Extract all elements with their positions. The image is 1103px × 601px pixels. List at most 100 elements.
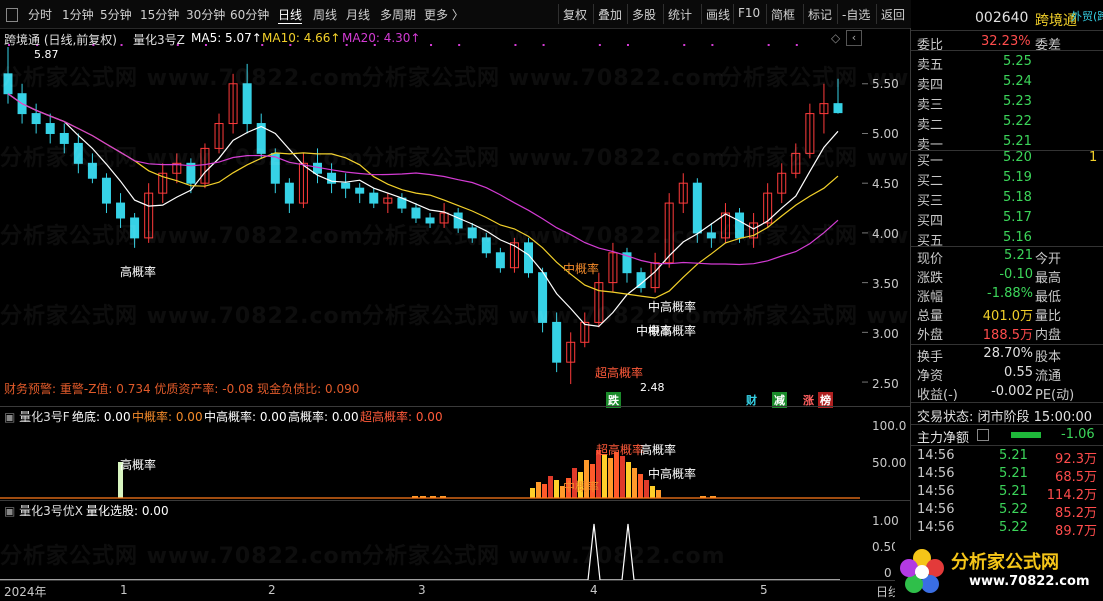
- ask-row[interactable]: 卖三 5.23: [911, 92, 1103, 113]
- toolbar-separator: [876, 4, 877, 24]
- collapse-icon[interactable]: ‹: [846, 30, 862, 46]
- stock-header: 002640 跨境通 外贸(跨: [911, 8, 1103, 30]
- toolbar-separator: [558, 4, 559, 24]
- bid-row[interactable]: 买二 5.19: [911, 168, 1103, 189]
- bid-row[interactable]: 买一 5.20 1: [911, 148, 1103, 169]
- indicator-name[interactable]: 量化3号Z: [133, 31, 185, 48]
- period-tab[interactable]: 日线: [278, 6, 303, 24]
- panel2-label-midhigh: 中高概率: 0.00: [204, 410, 287, 424]
- stat-value: -1.88%: [987, 286, 1033, 301]
- ask-row[interactable]: 卖五 5.25: [911, 52, 1103, 73]
- period-tab[interactable]: 5分钟: [100, 6, 132, 23]
- panel2-annotation: 高概率: [120, 458, 157, 472]
- signal-bar: [632, 468, 637, 498]
- tick-time: 14:56: [917, 448, 955, 463]
- signal-dot: [711, 44, 714, 46]
- toolbar-action[interactable]: 简框: [771, 6, 795, 23]
- tick-time: 14:56: [917, 466, 955, 481]
- x-label: 1: [120, 583, 128, 597]
- annotation-high-prob: 高概率: [120, 265, 157, 279]
- tick-time: 14:56: [917, 484, 955, 499]
- period-tab[interactable]: 30分钟: [186, 6, 225, 23]
- ask-row[interactable]: 卖四 5.24: [911, 72, 1103, 93]
- annotation-super-high-prob: 超高概率: [595, 366, 644, 380]
- toolbar-action[interactable]: 叠加: [598, 6, 622, 23]
- period-tab[interactable]: 多周期: [380, 6, 416, 23]
- stat-value: -0.10: [999, 267, 1033, 282]
- candle-body: [116, 202, 126, 219]
- signal-bar: [620, 456, 625, 498]
- ask-label: 卖五: [917, 58, 944, 73]
- flower-logo-icon: [900, 549, 944, 593]
- ask-row[interactable]: 卖二 5.22: [911, 112, 1103, 133]
- watermark: 分析家公式网 www.70822.com: [362, 146, 726, 171]
- bid-price: 5.18: [1003, 190, 1032, 205]
- candle-body: [495, 252, 505, 269]
- logo-url: www.70822.com: [969, 574, 1090, 589]
- stat-row: 收益(-) -0.002 PE(动): [911, 382, 1103, 403]
- bid-label: 买二: [917, 174, 944, 189]
- x-label: 2024年: [4, 585, 47, 599]
- signal-bar: [656, 490, 661, 498]
- bid-price: 5.16: [1003, 230, 1032, 245]
- y-tick: 5.00: [872, 127, 899, 141]
- ask-price: 5.21: [1003, 134, 1032, 149]
- bid-row[interactable]: 买五 5.16: [911, 228, 1103, 249]
- bid-row[interactable]: 买四 5.17: [911, 208, 1103, 229]
- panel2-label-high: 高概率: 0.00: [288, 410, 359, 424]
- panel-divider: [0, 500, 910, 501]
- period-tab[interactable]: 更多 〉: [424, 6, 464, 23]
- weibi-row: 委比 32.23% 委差: [911, 32, 1103, 53]
- toolbar-action[interactable]: 画线: [706, 6, 730, 23]
- watermark: 分析家公式网 www.70822.com: [0, 146, 364, 171]
- y-tick: 100.0: [872, 419, 907, 433]
- toolbar-action[interactable]: F10: [738, 6, 760, 20]
- divider: [911, 402, 1103, 403]
- toolbar-separator: [627, 4, 628, 24]
- weibi-value: 32.23%: [981, 34, 1031, 49]
- candle-body: [369, 192, 379, 204]
- divider: [911, 50, 1103, 51]
- annotation-mid-prob: 中概率: [563, 262, 600, 276]
- period-tab[interactable]: 15分钟: [140, 6, 179, 23]
- main-flow-menu-icon[interactable]: [977, 429, 989, 441]
- signal-bar: [554, 480, 559, 498]
- tick-price: 5.21: [999, 484, 1028, 499]
- tick-price: 5.22: [999, 520, 1028, 535]
- toolbar-action[interactable]: -自选: [842, 6, 870, 23]
- signal-bar: [542, 484, 547, 498]
- sector-tag[interactable]: 外贸(跨: [1071, 8, 1103, 24]
- panel2-label-mid: 中概率: 0.00: [132, 410, 203, 424]
- bid-label: 买一: [917, 154, 944, 169]
- ask-price: 5.22: [1003, 114, 1032, 129]
- main-flow-value: -1.06: [1061, 427, 1095, 442]
- stat-row: 净资 0.55 流通: [911, 363, 1103, 384]
- panel3-indicator[interactable]: ▣ 量化3号优X: [4, 502, 83, 519]
- settings-diamond-icon[interactable]: ◇: [831, 31, 840, 45]
- main-flow-bar: [1011, 432, 1041, 438]
- toolbar-action[interactable]: 返回: [881, 6, 905, 23]
- logo-title: 分析家公式网: [951, 552, 1059, 573]
- toolbar-action[interactable]: 多股: [632, 6, 656, 23]
- period-tab[interactable]: 60分钟: [230, 6, 269, 23]
- low-price-label: 2.48: [640, 381, 665, 394]
- stat-row: 总量 401.0万 量比: [911, 303, 1103, 324]
- bid-volume: 1: [1089, 150, 1098, 165]
- bid-row[interactable]: 买三 5.18: [911, 188, 1103, 209]
- toolbar-action[interactable]: 标记: [808, 6, 832, 23]
- panel2-indicator[interactable]: ▣ 量化3号F: [4, 408, 70, 425]
- ma5-label: MA5: 5.07↑: [191, 31, 262, 45]
- main-flow-row: 主力净额 -1.06: [911, 425, 1103, 446]
- toolbar-action[interactable]: 复权: [563, 6, 587, 23]
- period-tab[interactable]: 分时: [28, 6, 52, 23]
- signal-dot: [430, 44, 433, 46]
- toolbar-action[interactable]: 统计: [668, 6, 692, 23]
- ask-label: 卖四: [917, 78, 944, 93]
- panel2-annotation: 中高概率: [648, 467, 697, 481]
- toggle-panel-icon[interactable]: [6, 8, 18, 22]
- period-tab[interactable]: 月线: [346, 6, 370, 23]
- toolbar-separator: [593, 4, 594, 24]
- stat-key-2: 内盘: [1035, 328, 1062, 343]
- period-tab[interactable]: 1分钟: [62, 6, 94, 23]
- period-tab[interactable]: 周线: [313, 6, 337, 23]
